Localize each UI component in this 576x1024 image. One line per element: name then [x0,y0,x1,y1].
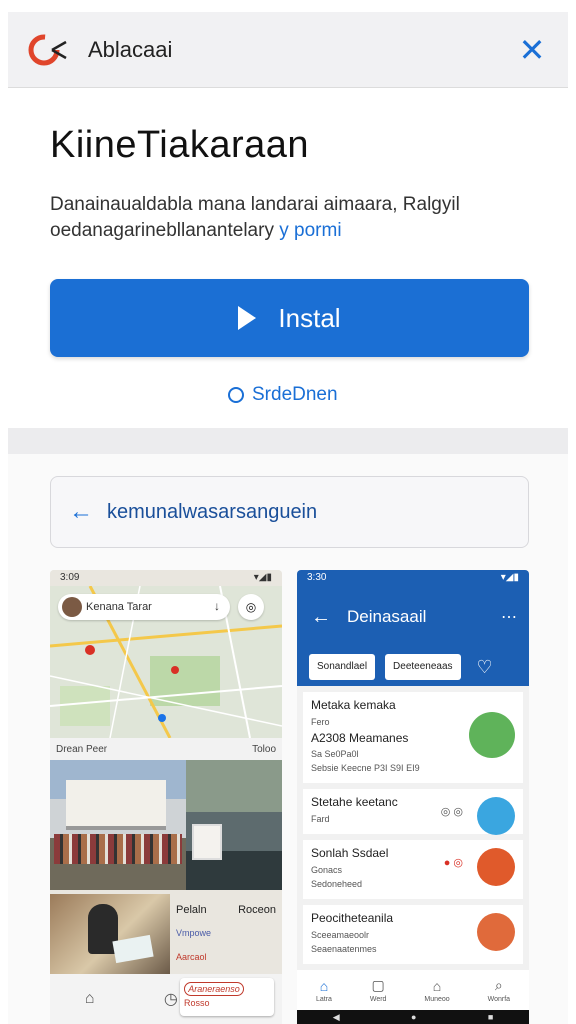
promo-title: Araneraenso [184,982,244,996]
status-bar: 3:09 ▾◢▮ [50,570,282,586]
secondary-label: SrdeDnen [252,384,338,405]
bottom-nav-right: ⌂ Latra ▢ Werd ⌂ Muneoo ⌕ Wonrfa [297,970,529,1010]
description-link[interactable]: y pormi [279,220,341,241]
photo-row [50,760,282,890]
install-button[interactable]: Instal [50,279,529,357]
signal-icon: ▾◢▮ [500,572,519,583]
item-thumbnail [477,797,515,835]
side-label-1: Pelaln [176,904,207,916]
place-left: Drean Peer [56,743,108,755]
chip-1[interactable]: Sonandlael [309,654,376,680]
breadcrumb-label: kemunalwasarsanguein [107,500,318,523]
tab-notify[interactable]: ⌂ Muneoo [424,978,449,1003]
house-shape [66,780,166,830]
doc-icon: ▢ [371,977,385,993]
item-thumbnail [469,712,515,758]
list-item[interactable]: Metaka kemaka Fero A2308 Meamanes Sa Se0… [303,692,523,783]
circle-icon [228,387,244,403]
photo-grid-row: Pelaln Roceon Vmpowe Aarcaol [50,894,282,980]
promo-sub: Rosso [184,998,210,1008]
screenshot-right[interactable]: 3:30 ▾◢▮ ← Deinasaail ⋯ Sonandlael Deete… [297,570,529,1024]
screenshot-gallery: ← kemunalwasarsanguein 3:09 ▾◢▮ Kenana T… [8,454,568,1024]
app-info-section: KiineTiakaraan Danainaualdabla mana land… [8,88,568,428]
app-name: Ablacaai [88,36,173,62]
side-list: Pelaln Roceon Vmpowe Aarcaol [170,894,282,980]
item-thumbnail [477,848,515,886]
people-group [54,834,182,864]
chip-row: Sonandlael Deeteeneaas ♡ [297,648,529,686]
app-bar: ← Deinasaail ⋯ [297,586,529,648]
person-photo[interactable] [50,894,170,974]
item-thumbnail [477,913,515,951]
item-line: Sebsie Keecne P3I S9I EI9 [311,763,420,773]
avatar [62,597,82,617]
description-text: Danainaualdabla mana landarai aimaara, R… [50,194,460,241]
tab-label: Latra [315,995,332,1003]
more-icon[interactable]: ⋯ [501,607,517,627]
tab-label: Wonrfa [487,996,511,1003]
download-icon[interactable]: ↓ [214,599,220,613]
tab-search[interactable]: ⌕ Wonrfa [488,977,510,1003]
screenshot-left[interactable]: 3:09 ▾◢▮ Kenana Tarar ↓ ◎ Drean Peer Tol… [50,570,282,1024]
back-arrow-icon[interactable]: ← [69,498,93,526]
close-icon[interactable]: ✕ [516,34,548,66]
install-label: Instal [278,302,341,333]
back-arrow-icon[interactable]: ← [311,606,331,629]
secondary-link[interactable]: SrdeDnen [228,384,338,406]
place-bar: Drean Peer Toloo [50,738,282,760]
signal-icon: ▾◢▮ [253,572,272,583]
app-bar-title: Deinasaail [347,607,427,626]
status-time: 3:09 [60,572,80,583]
map-view[interactable]: Kenana Tarar ↓ ◎ [50,586,282,738]
tab-home[interactable]: ⌂ Latra [316,978,332,1003]
nav-back-icon[interactable]: ◀ [333,1012,340,1023]
tab-word[interactable]: ▢ Werd [370,977,387,1003]
status-time: 3:30 [307,572,327,583]
map-search-input[interactable]: Kenana Tarar ↓ [58,594,230,620]
page-title: KiineTiakaraan [50,124,310,166]
list-item[interactable]: Sonlah Ssdael Gonacs Sedoneheed ● ◎ [303,840,523,899]
portrait-photo[interactable] [186,760,282,890]
promo-card[interactable]: Araneraenso Rosso [180,978,274,1016]
side-mini-2: Aarcaol [176,952,207,962]
tab-label: Muneoo [424,995,450,1003]
system-nav: ◀ ● ■ [297,1010,529,1024]
side-mini-1: Vmpowe [176,928,212,938]
list-item[interactable]: Peocitheteanila Sceeamaeoolr Seaenaatenm… [303,905,523,964]
app-header: Ablacaai ✕ [8,12,568,88]
side-label-2: Roceon [238,904,276,916]
timer-icon[interactable]: ◷ [164,989,178,1009]
home-icon[interactable]: ⌂ [85,990,95,1008]
section-divider [8,428,568,454]
nav-home-icon[interactable]: ● [411,1012,416,1022]
search-icon: ⌕ [494,977,503,993]
heart-icon[interactable]: ♡ [477,657,493,678]
item-title: Metaka kemaka [311,698,396,712]
breadcrumb[interactable]: ← kemunalwasarsanguein [50,476,529,548]
place-right: Toloo [252,743,276,755]
tablet-shape [112,934,154,964]
action-icons[interactable]: ◎ ◎ [441,805,463,818]
app-description: Danainaualdabla mana landarai aimaara, R… [50,192,530,244]
portrait-frame [192,824,222,860]
tab-label: Werd [369,996,387,1003]
layers-icon[interactable]: ◎ [238,594,264,620]
chip-2[interactable]: Deeteeneaas [385,654,461,680]
status-bar: 3:30 ▾◢▮ [297,570,529,586]
app-logo-icon [26,28,70,72]
map-search-text: Kenana Tarar [86,601,152,613]
building-photo[interactable] [50,760,186,890]
nav-recents-icon[interactable]: ■ [488,1012,493,1022]
home-icon: ⌂ [319,977,329,994]
action-icons[interactable]: ● ◎ [444,856,463,869]
bell-icon: ⌂ [432,977,442,994]
play-icon [238,306,257,330]
list-item[interactable]: Stetahe keetanc Fard ◎ ◎ [303,789,523,835]
